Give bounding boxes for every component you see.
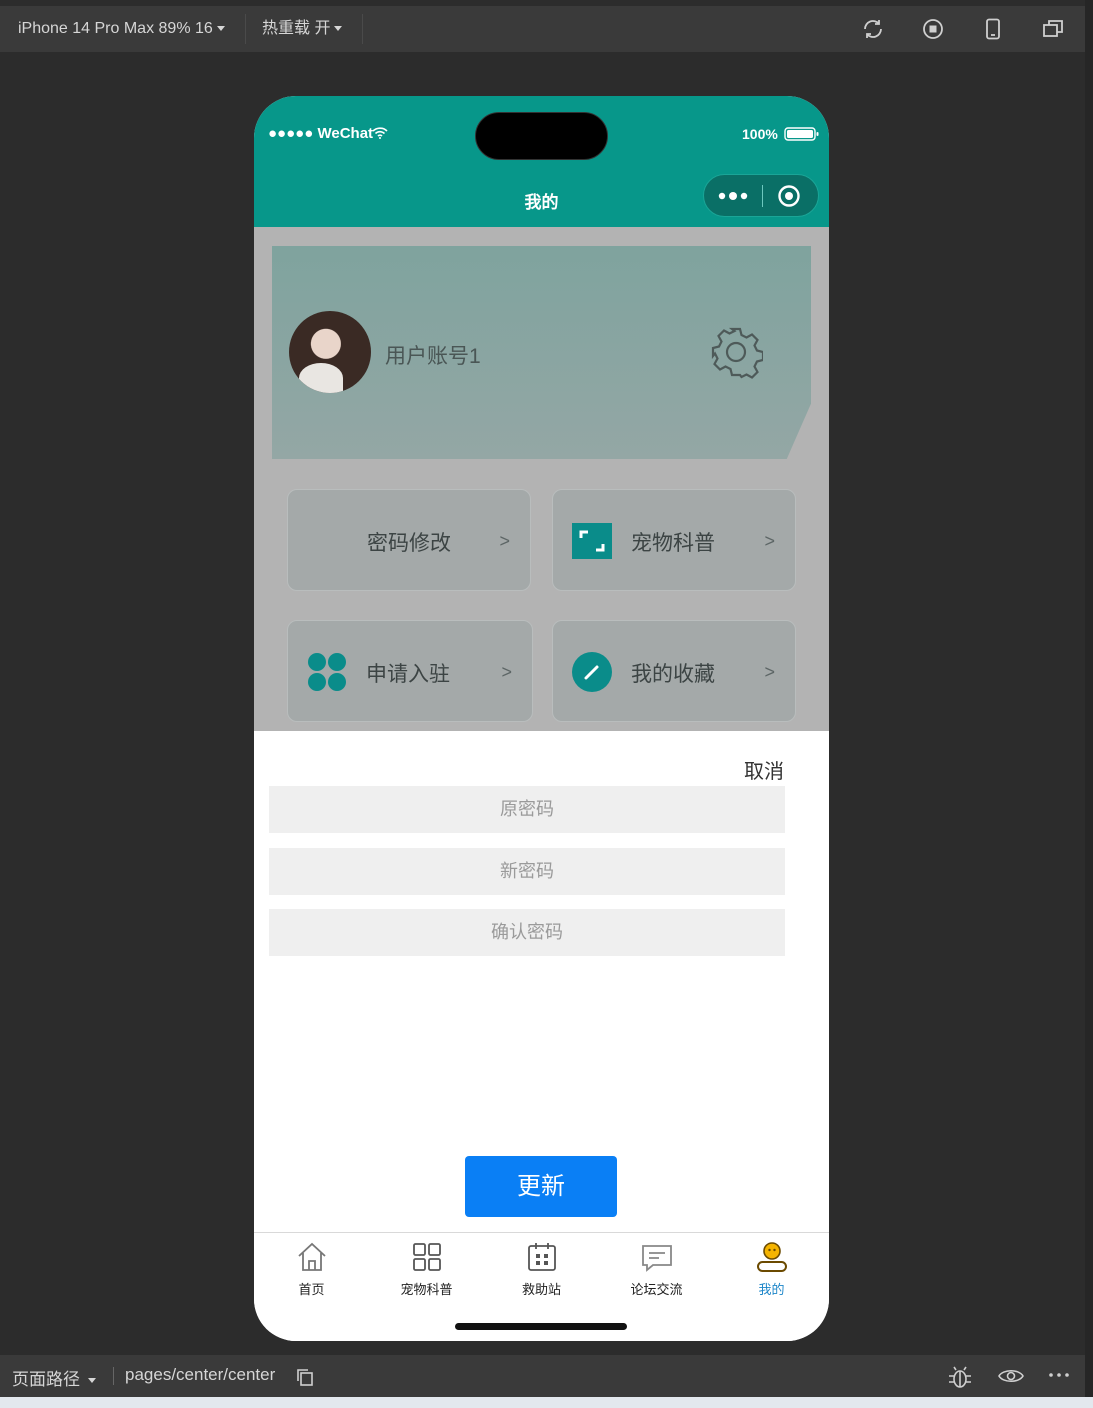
frame-icon <box>572 523 612 559</box>
tab-label: 首页 <box>298 1282 325 1297</box>
simulator-bottom-bar: 页面路径 pages/center/center <box>0 1355 1085 1397</box>
menu-label: 我的收藏 <box>631 663 715 686</box>
battery-percent: 100% <box>742 126 778 142</box>
cancel-button[interactable]: 取消 <box>744 755 784 784</box>
tab-label: 宠物科普 <box>400 1282 453 1297</box>
tab-label: 救助站 <box>521 1282 561 1297</box>
user-icon <box>756 1242 787 1272</box>
divider <box>245 14 246 44</box>
bug-icon[interactable] <box>947 1364 973 1390</box>
chevron-right-icon: > <box>501 662 512 682</box>
page-path-label[interactable]: 页面路径 <box>12 1365 96 1390</box>
menu-label: 密码修改 <box>367 532 451 555</box>
tab-forum[interactable]: 论坛交流 <box>599 1241 714 1298</box>
tab-rescue-station[interactable]: 救助站 <box>484 1241 599 1298</box>
menu-apply-join[interactable]: 申请入驻 > <box>287 620 533 722</box>
divider <box>362 14 363 44</box>
nav-bar: 我的 <box>254 170 829 227</box>
center-page-content: 用户账号1 密码修改 > 宠物科普 > 申请入驻 > 我的收藏 > <box>254 227 829 731</box>
close-target-icon[interactable] <box>777 184 801 208</box>
window-icon[interactable] <box>1041 17 1065 41</box>
menu-label: 申请入驻 <box>366 663 450 686</box>
phone-frame: ●●●●● WeChat 100% 我的 用户账号1 密码修改 > 宠物科普 >… <box>254 96 829 1341</box>
home-icon <box>297 1242 326 1271</box>
refresh-icon[interactable] <box>861 17 885 41</box>
chevron-down-icon <box>216 26 225 32</box>
chevron-down-icon <box>334 26 343 32</box>
menu-pet-science[interactable]: 宠物科普 > <box>552 489 796 591</box>
confirm-password-input[interactable]: 确认密码 <box>269 909 785 956</box>
menu-my-favorites[interactable]: 我的收藏 > <box>552 620 796 722</box>
phone-icon[interactable] <box>981 17 1005 41</box>
divider <box>113 1367 114 1385</box>
copy-icon[interactable] <box>296 1368 314 1386</box>
wifi-icon <box>372 127 388 139</box>
footer-strip <box>0 1397 1093 1408</box>
more-icon[interactable] <box>1048 1371 1070 1379</box>
mini-program-capsule <box>703 174 819 217</box>
grid-dots-icon <box>308 653 346 691</box>
menu-password-change[interactable]: 密码修改 > <box>287 489 531 591</box>
chevron-right-icon: > <box>764 531 775 551</box>
username: 用户账号1 <box>385 345 481 368</box>
password-sheet: 取消 原密码 新密码 确认密码 更新 <box>254 731 829 1233</box>
simulator-toolbar: iPhone 14 Pro Max 89% 16 热重载 开 <box>0 6 1085 52</box>
hot-reload-toggle[interactable]: 热重载 开 <box>262 6 343 52</box>
new-password-input[interactable]: 新密码 <box>269 848 785 895</box>
pencil-icon <box>572 652 612 692</box>
battery-icon <box>784 127 819 141</box>
chevron-right-icon: > <box>499 531 510 551</box>
old-password-input[interactable]: 原密码 <box>269 786 785 833</box>
chat-icon <box>641 1245 672 1272</box>
calendar-icon <box>527 1243 556 1271</box>
stop-icon[interactable] <box>921 17 945 41</box>
device-selector[interactable]: iPhone 14 Pro Max 89% 16 <box>18 6 225 52</box>
profile-banner: 用户账号1 <box>272 246 811 459</box>
hot-reload-label: 热重载 开 <box>262 20 331 37</box>
chevron-right-icon: > <box>764 662 775 682</box>
page-path: pages/center/center <box>125 1365 276 1384</box>
gear-icon[interactable] <box>709 325 763 379</box>
grid-icon <box>412 1243 441 1271</box>
home-indicator <box>455 1323 627 1330</box>
tab-label: 我的 <box>758 1282 785 1297</box>
tab-label: 论坛交流 <box>630 1282 683 1297</box>
update-button[interactable]: 更新 <box>465 1156 617 1217</box>
capsule-divider <box>762 185 763 207</box>
tab-mine[interactable]: 我的 <box>714 1241 829 1298</box>
eye-icon[interactable] <box>998 1366 1024 1386</box>
tab-home[interactable]: 首页 <box>254 1241 369 1298</box>
more-icon[interactable] <box>717 189 749 203</box>
menu-label: 宠物科普 <box>631 532 715 555</box>
carrier-label: ●●●●● WeChat <box>268 125 374 142</box>
dynamic-island <box>475 112 608 160</box>
tab-pet-science[interactable]: 宠物科普 <box>369 1241 484 1298</box>
chevron-down-icon <box>88 1378 96 1384</box>
window-edge <box>1085 0 1093 1408</box>
avatar[interactable] <box>289 311 371 393</box>
device-label: iPhone 14 Pro Max 89% 16 <box>18 20 213 37</box>
status-bar: ●●●●● WeChat 100% <box>254 96 829 170</box>
